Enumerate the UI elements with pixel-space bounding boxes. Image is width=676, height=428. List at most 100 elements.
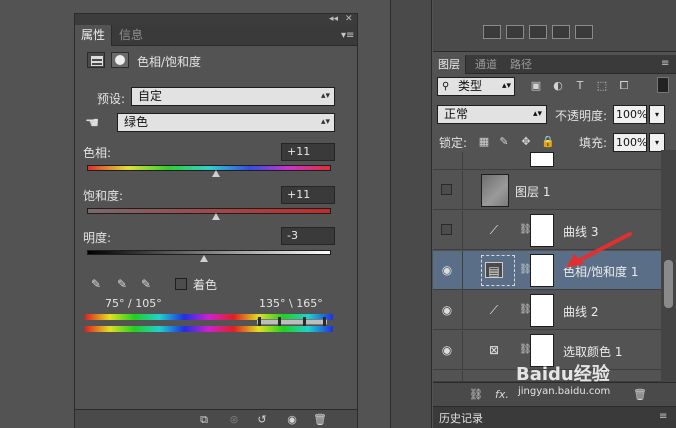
- baidu-watermark: Baidu经验 jingyan.baidu.com: [516, 360, 610, 397]
- trash-icon[interactable]: 🗑: [633, 388, 647, 402]
- layer-filter-select[interactable]: ⚲ 类型 ▴▾: [437, 77, 515, 96]
- fx-button[interactable]: fx.: [495, 388, 509, 401]
- mask-icon[interactable]: [111, 52, 129, 68]
- lock-transparency-icon[interactable]: ▦: [477, 135, 491, 149]
- search-icon: ⚲: [442, 81, 450, 92]
- preset-value: 自定: [138, 89, 163, 103]
- layer-row-partial[interactable]: [433, 152, 661, 170]
- range-selector[interactable]: [257, 319, 327, 325]
- lock-position-icon[interactable]: ✥: [519, 135, 533, 149]
- channel-value: 绿色: [124, 115, 149, 129]
- visibility-toggle[interactable]: [441, 224, 452, 235]
- saturation-input[interactable]: +11: [281, 186, 335, 204]
- filter-pixel-icon[interactable]: ▣: [529, 79, 543, 93]
- filter-smart-object-icon[interactable]: ⧠: [617, 79, 631, 93]
- collapse-icon[interactable]: ◂◂: [329, 14, 338, 25]
- tab-paths[interactable]: 路径: [505, 55, 537, 74]
- layer-separator: [462, 331, 463, 370]
- visibility-toggle[interactable]: [441, 184, 452, 195]
- tab-properties[interactable]: 属性: [75, 25, 113, 46]
- updown-icon: ▴▾: [320, 117, 330, 127]
- hue-slider[interactable]: [87, 165, 331, 171]
- opacity-input[interactable]: 100%: [613, 105, 647, 124]
- panel-title: 色相/饱和度: [137, 55, 202, 69]
- adjustment-preset-icon[interactable]: [552, 25, 570, 39]
- blend-mode-select[interactable]: 正常 ▴▾: [437, 105, 547, 124]
- hue-input[interactable]: +11: [281, 143, 335, 161]
- channel-select[interactable]: 绿色 ▴▾: [117, 113, 335, 132]
- updown-icon: ▴▾: [320, 91, 330, 101]
- panel-menu-icon[interactable]: ≡: [659, 406, 667, 427]
- selective-color-icon: ⊠: [488, 343, 500, 357]
- preset-select[interactable]: 自定 ▴▾: [131, 87, 335, 106]
- filter-toggle[interactable]: [657, 77, 669, 93]
- tab-layers[interactable]: 图层: [433, 55, 466, 74]
- hand-tool-icon[interactable]: ☚: [85, 113, 99, 132]
- eye-icon[interactable]: ◉: [436, 343, 458, 357]
- eye-icon[interactable]: ◉: [436, 263, 458, 277]
- eyedropper-minus-icon[interactable]: ✎: [139, 277, 153, 291]
- adjustments-strip: [433, 0, 676, 52]
- filter-type-value: 类型: [458, 79, 483, 93]
- layer-mask-thumbnail: [530, 254, 554, 287]
- visibility-eye-icon[interactable]: ◉: [283, 413, 301, 427]
- adjustment-preset-icon[interactable]: [575, 25, 593, 39]
- eyedropper-plus-icon[interactable]: ✎: [115, 277, 129, 291]
- colorize-label: 着色: [193, 278, 218, 292]
- link-icon[interactable]: ⛓: [519, 343, 532, 357]
- range-left-value: 75° / 105°: [105, 297, 162, 310]
- opacity-dropdown[interactable]: ▾: [649, 105, 665, 124]
- scrollbar-thumb[interactable]: [664, 260, 673, 308]
- output-spectrum-bar: [85, 326, 333, 332]
- fill-input[interactable]: 100%: [613, 133, 647, 152]
- tab-channels[interactable]: 通道: [470, 55, 502, 74]
- opacity-label: 不透明度:: [555, 109, 608, 123]
- adjustment-preset-icon[interactable]: [529, 25, 547, 39]
- saturation-slider[interactable]: [87, 208, 331, 214]
- link-layers-icon[interactable]: ⛓: [469, 388, 483, 402]
- layer-separator: [462, 371, 463, 382]
- layer-row[interactable]: ◉ ⟋ ⛓ 曲线 2: [433, 291, 661, 330]
- hue-slider-thumb[interactable]: [212, 170, 221, 177]
- view-previous-icon[interactable]: ⊛: [225, 413, 243, 427]
- eye-icon[interactable]: ◉: [436, 303, 458, 317]
- close-icon[interactable]: ✕: [345, 14, 353, 25]
- panel-menu-icon[interactable]: ▾≡: [341, 25, 354, 46]
- link-icon[interactable]: ⛓: [519, 303, 532, 317]
- lightness-input[interactable]: -3: [281, 227, 335, 245]
- lock-pixels-icon[interactable]: ✎: [497, 135, 511, 149]
- colorize-checkbox[interactable]: [175, 278, 187, 290]
- layer-separator: [462, 291, 463, 330]
- updown-icon: ▴▾: [502, 81, 512, 91]
- layers-scrollbar[interactable]: [661, 150, 676, 382]
- panel-menu-icon[interactable]: ≡: [661, 53, 669, 74]
- layer-thumbnail: [481, 174, 509, 207]
- filter-adjustment-icon[interactable]: ◐: [551, 79, 565, 93]
- layers-tabs: 图层 通道 路径 ≡: [433, 55, 676, 74]
- saturation-slider-thumb[interactable]: [212, 213, 221, 220]
- tab-info[interactable]: 信息: [113, 25, 149, 46]
- filter-shape-icon[interactable]: ⬚: [595, 79, 609, 93]
- adjustment-preset-icon[interactable]: [483, 25, 501, 39]
- lightness-label: 明度:: [83, 231, 112, 245]
- trash-icon[interactable]: 🗑: [311, 413, 329, 427]
- link-icon[interactable]: ⛓: [519, 263, 532, 277]
- adjustment-preset-icon[interactable]: [506, 25, 524, 39]
- lightness-slider-thumb[interactable]: [200, 255, 209, 262]
- layer-name[interactable]: 选取颜色 1: [563, 343, 622, 360]
- link-icon[interactable]: ⛓: [519, 223, 532, 237]
- layer-mask-thumbnail: [530, 294, 554, 327]
- clip-to-layer-icon[interactable]: ⧉: [195, 413, 213, 427]
- layer-row[interactable]: 图层 1: [433, 171, 661, 210]
- layer-name[interactable]: 图层 1: [515, 183, 550, 200]
- watermark-brand: Baidu经验: [516, 364, 610, 385]
- history-tab-label[interactable]: 历史记录: [439, 410, 483, 426]
- filter-text-icon[interactable]: T: [573, 79, 587, 93]
- adjustment-icon[interactable]: [87, 52, 105, 68]
- lock-all-icon[interactable]: 🔒: [541, 135, 555, 149]
- reset-icon[interactable]: ↺: [253, 413, 271, 427]
- history-panel-tab[interactable]: 历史记录 ≡: [433, 406, 676, 428]
- layer-name[interactable]: 曲线 2: [563, 303, 598, 320]
- eyedropper-icon[interactable]: ✎: [89, 277, 103, 291]
- lightness-slider[interactable]: [87, 250, 331, 255]
